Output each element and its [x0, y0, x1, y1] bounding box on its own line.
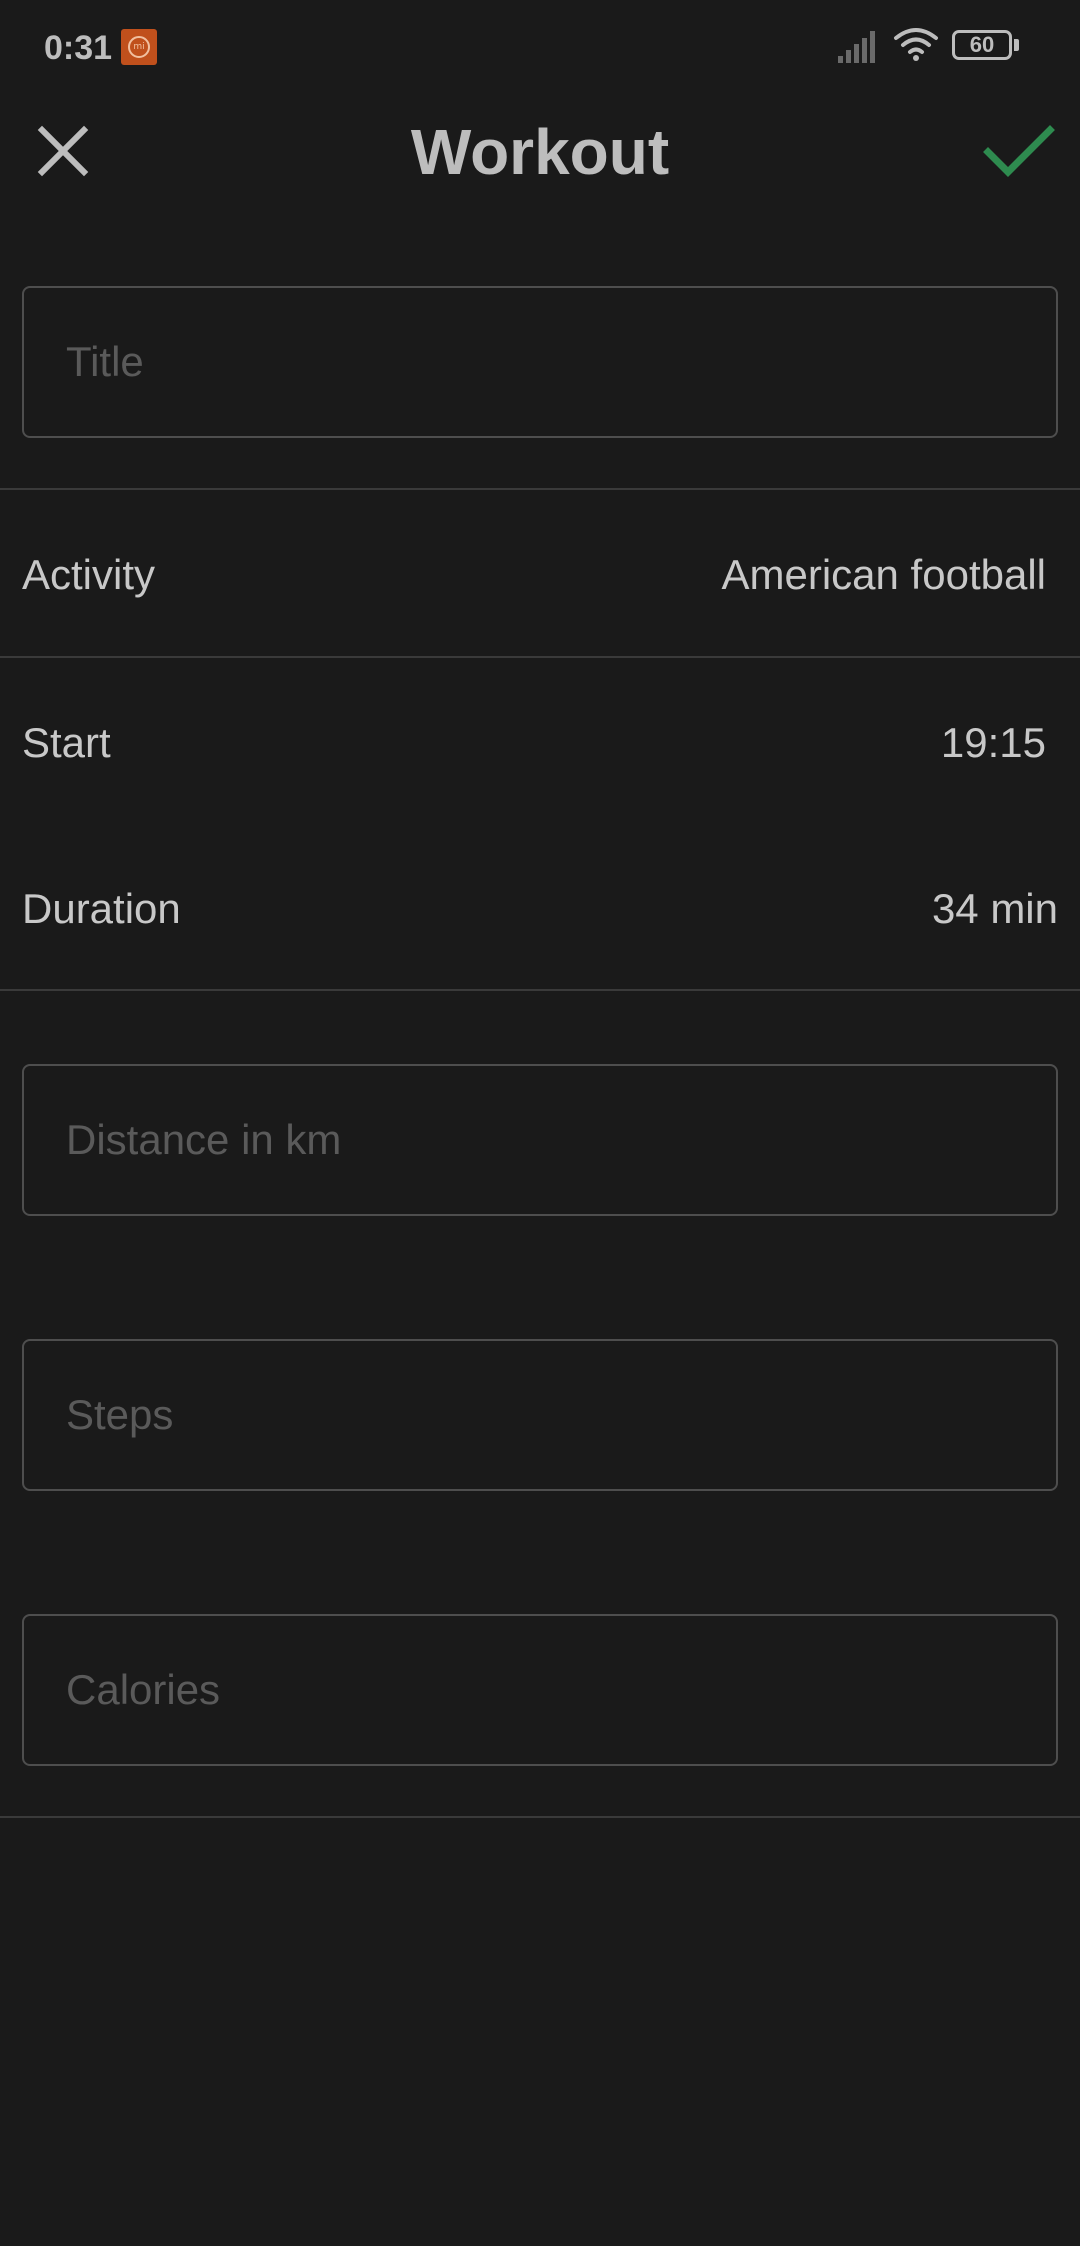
duration-value[interactable]: 34 min [932, 854, 1058, 964]
activity-row[interactable]: Activity American football [0, 520, 1080, 630]
cellular-signal-icon [838, 31, 875, 63]
distance-input[interactable] [24, 1066, 1056, 1214]
activity-label: Activity [22, 551, 156, 598]
title-input[interactable] [24, 288, 1056, 436]
start-label: Start [22, 719, 111, 766]
battery-level: 60 [952, 30, 1012, 60]
duration-row[interactable]: Duration 34 min [0, 854, 1080, 964]
start-row[interactable]: Start 19:15 [0, 688, 1080, 798]
divider [0, 989, 1080, 991]
app-header: Workout [0, 96, 1080, 212]
battery-icon: 60 [952, 30, 1022, 64]
divider [0, 656, 1080, 658]
page-title: Workout [410, 116, 670, 188]
divider [0, 1816, 1080, 1818]
start-value[interactable]: 19:15 [941, 688, 1046, 798]
status-bar: 0:31 mi 60 [0, 0, 1080, 96]
mi-app-icon: mi [121, 29, 157, 65]
calories-input[interactable] [24, 1616, 1056, 1764]
calories-field[interactable] [22, 1614, 1058, 1766]
steps-field[interactable] [22, 1339, 1058, 1491]
duration-label: Duration [22, 885, 181, 932]
wifi-icon [894, 28, 938, 61]
title-field[interactable] [22, 286, 1058, 438]
divider [0, 488, 1080, 490]
distance-field[interactable] [22, 1064, 1058, 1216]
steps-input[interactable] [24, 1341, 1056, 1489]
checkmark-icon[interactable] [980, 116, 1060, 186]
activity-value[interactable]: American football [722, 520, 1047, 630]
status-time: 0:31 [44, 29, 113, 67]
